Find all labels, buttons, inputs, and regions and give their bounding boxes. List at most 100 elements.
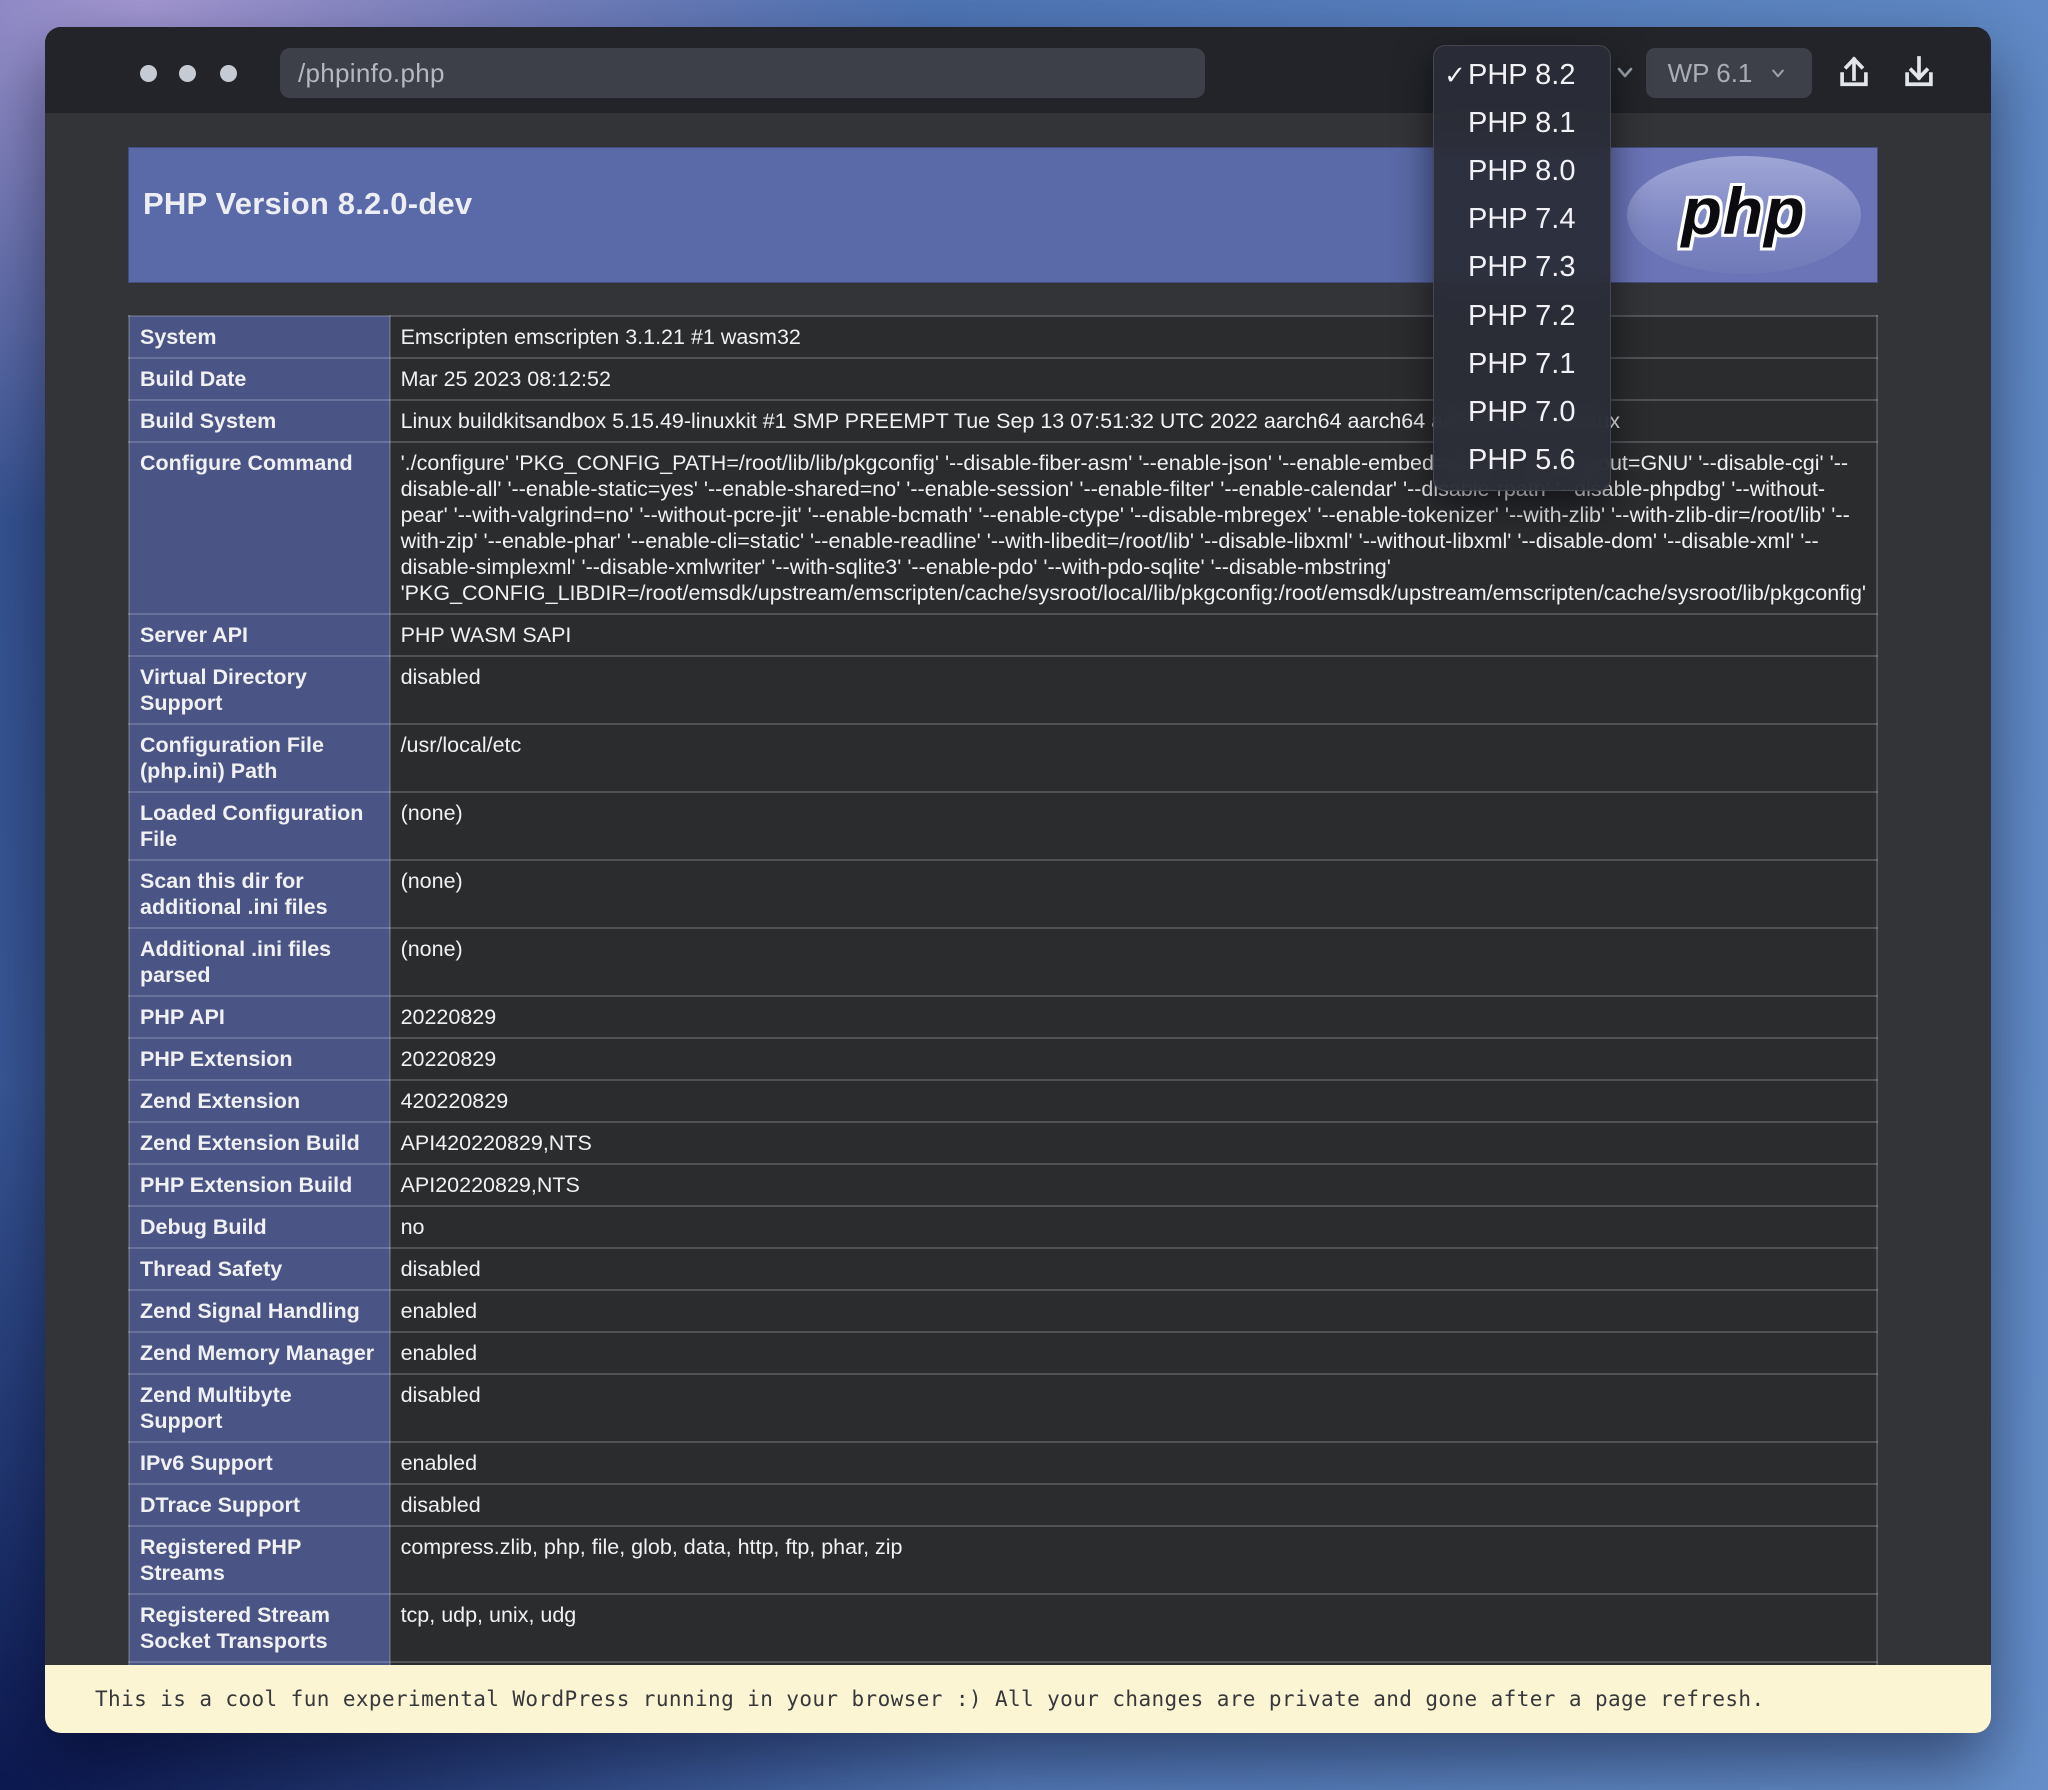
info-label-cell: Virtual Directory Support	[128, 655, 391, 725]
info-label-cell: DTrace Support	[128, 1483, 391, 1527]
info-label-cell: Zend Extension	[128, 1079, 391, 1123]
info-value-cell: Mar 25 2023 08:12:52	[388, 357, 1879, 401]
table-row: Debug Build no	[128, 1205, 1879, 1249]
info-label-cell: Zend Extension Build	[128, 1121, 391, 1165]
table-row: Build Date Mar 25 2023 08:12:52	[128, 357, 1879, 401]
info-value-cell: no	[388, 1205, 1879, 1249]
php-version-option[interactable]: PHP 7.4	[1434, 196, 1610, 244]
php-version-option-label: PHP 7.0	[1468, 396, 1576, 429]
info-value-cell: tcp, udp, unix, udg	[388, 1593, 1879, 1663]
php-version-option[interactable]: PHP 5.6	[1434, 437, 1610, 485]
php-version-dropdown: ✓ PHP 8.2 PHP 8.1 PHP 8.0 PHP 7.4 PHP 7.3 PHP …	[1433, 45, 1611, 491]
php-version-option-label: PHP 8.0	[1468, 155, 1576, 188]
php-version-option-label: PHP 5.6	[1468, 444, 1576, 477]
info-label-cell: Scan this dir for additional .ini files	[128, 859, 391, 929]
php-version-option[interactable]: PHP 7.1	[1434, 340, 1610, 388]
notice-banner: This is a cool fun experimental WordPres…	[45, 1665, 1991, 1733]
info-label-cell: IPv6 Support	[128, 1441, 391, 1485]
browser-window: /phpinfo.php WP 6.1 PHP Version 8.2.0-de…	[45, 27, 1991, 1733]
info-label-cell: Configuration File (php.ini) Path	[128, 723, 391, 793]
table-row: Zend Extension 420220829	[128, 1079, 1879, 1123]
info-label-cell: Build System	[128, 399, 391, 443]
table-row: Scan this dir for additional .ini files(…	[128, 859, 1879, 929]
table-row: Configure Command './configure' 'PKG_CONF…	[128, 441, 1879, 615]
info-label-cell: Zend Multibyte Support	[128, 1373, 391, 1443]
info-label-cell: PHP API	[128, 995, 391, 1039]
window-titlebar: /phpinfo.php WP 6.1	[45, 27, 1991, 113]
table-row: System Emscripten emscripten 3.1.21 #1 wa…	[128, 315, 1879, 359]
table-row: Registered PHP Streams compress.zlib, php…	[128, 1525, 1879, 1595]
info-value-cell: disabled	[388, 1247, 1879, 1291]
info-label-cell: Thread Safety	[128, 1247, 391, 1291]
table-row: Zend Extension Build API420220829,NTS	[128, 1121, 1879, 1165]
url-text: /phpinfo.php	[298, 57, 445, 88]
table-row: Zend Memory Manager enabled	[128, 1331, 1879, 1375]
table-row: PHP Extension Build API20220829,NTS	[128, 1163, 1879, 1207]
page-content: PHP Version 8.2.0-dev php System Emscript…	[45, 113, 1991, 1733]
info-label-cell: PHP Extension	[128, 1037, 391, 1081]
table-row: DTrace Support disabled	[128, 1483, 1879, 1527]
php-version-option[interactable]: ✓ PHP 8.2	[1434, 51, 1610, 99]
desktop-background: /phpinfo.php WP 6.1 PHP Version 8.2.0-de…	[0, 0, 2048, 1790]
info-value-cell: (none)	[388, 791, 1879, 861]
info-label-cell: Zend Signal Handling	[128, 1289, 391, 1333]
table-row: IPv6 Support enabled	[128, 1441, 1879, 1485]
table-row: PHP Extension 20220829	[128, 1037, 1879, 1081]
info-value-cell: 420220829	[388, 1079, 1879, 1123]
info-label-cell: Loaded Configuration File	[128, 791, 391, 861]
url-bar[interactable]: /phpinfo.php	[280, 48, 1205, 98]
table-row: Server API PHP WASM SAPI	[128, 613, 1879, 657]
info-value-cell: API20220829,NTS	[388, 1163, 1879, 1207]
info-value-cell: (none)	[388, 927, 1879, 997]
info-value-cell: PHP WASM SAPI	[388, 613, 1879, 657]
table-row: Virtual Directory Support disabled	[128, 655, 1879, 725]
info-value-cell: compress.zlib, php, file, glob, data, ht…	[388, 1525, 1879, 1595]
info-value-cell: enabled	[388, 1331, 1879, 1375]
download-icon	[1905, 56, 1933, 87]
wp-version-select[interactable]: WP 6.1	[1646, 48, 1812, 98]
php-logo-text: php	[1681, 174, 1806, 248]
info-value-cell: /usr/local/etc	[388, 723, 1879, 793]
wp-version-label: WP 6.1	[1667, 57, 1753, 88]
info-label-cell: Build Date	[128, 357, 391, 401]
php-logo-ellipse: php	[1626, 156, 1861, 274]
info-value-cell: enabled	[388, 1441, 1879, 1485]
window-minimize-button[interactable]	[179, 65, 196, 82]
php-version-option-label: PHP 7.1	[1468, 347, 1576, 380]
php-version-option[interactable]: PHP 8.1	[1434, 99, 1610, 147]
checkmark-icon: ✓	[1444, 59, 1466, 90]
php-version-option[interactable]: PHP 7.3	[1434, 244, 1610, 292]
info-label-cell: Additional .ini files parsed	[128, 927, 391, 997]
table-row: Build System Linux buildkitsandbox 5.15.4…	[128, 399, 1879, 443]
table-row: Loaded Configuration File (none)	[128, 791, 1879, 861]
php-version-option[interactable]: PHP 7.2	[1434, 292, 1610, 340]
table-row: Configuration File (php.ini) Path/usr/lo…	[128, 723, 1879, 793]
table-row: Zend Signal Handling enabled	[128, 1289, 1879, 1333]
info-label-cell: System	[128, 315, 391, 359]
php-version-option-label: PHP 7.2	[1468, 299, 1576, 332]
info-value-cell: disabled	[388, 1373, 1879, 1443]
phpinfo-header: PHP Version 8.2.0-dev php	[128, 147, 1878, 283]
download-button[interactable]	[1896, 49, 1942, 95]
info-value-cell: Linux buildkitsandbox 5.15.49-linuxkit #…	[388, 399, 1879, 443]
info-label-cell: PHP Extension Build	[128, 1163, 391, 1207]
php-version-option[interactable]: PHP 8.0	[1434, 147, 1610, 195]
info-label-cell: Registered PHP Streams	[128, 1525, 391, 1595]
info-label-cell: Registered Stream Socket Transports	[128, 1593, 391, 1663]
upload-button[interactable]	[1831, 49, 1877, 95]
info-label-cell: Server API	[128, 613, 391, 657]
table-row: Registered Stream Socket Transports tcp, …	[128, 1593, 1879, 1663]
php-version-option-label: PHP 8.2	[1468, 58, 1576, 91]
php-version-select-chevron-icon[interactable]	[1610, 57, 1640, 87]
php-version-option[interactable]: PHP 7.0	[1434, 389, 1610, 437]
notice-text: This is a cool fun experimental WordPres…	[95, 1687, 1765, 1711]
php-version-option-label: PHP 7.3	[1468, 251, 1576, 284]
window-close-button[interactable]	[140, 65, 157, 82]
info-value-cell: API420220829,NTS	[388, 1121, 1879, 1165]
info-value-cell: Emscripten emscripten 3.1.21 #1 wasm32	[388, 315, 1879, 359]
table-row: PHP API 20220829	[128, 995, 1879, 1039]
info-value-cell: disabled	[388, 655, 1879, 725]
table-row: Additional .ini files parsed (none)	[128, 927, 1879, 997]
info-value-cell: 20220829	[388, 1037, 1879, 1081]
window-zoom-button[interactable]	[220, 65, 237, 82]
